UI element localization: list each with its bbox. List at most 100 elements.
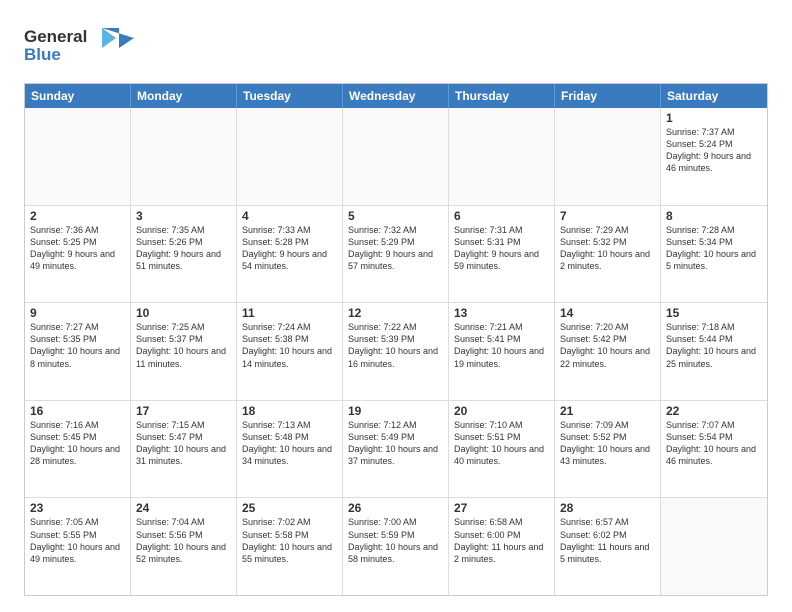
- day-cell-27: 27Sunrise: 6:58 AM Sunset: 6:00 PM Dayli…: [449, 498, 555, 595]
- day-number: 5: [348, 209, 443, 223]
- day-info: Sunrise: 7:02 AM Sunset: 5:58 PM Dayligh…: [242, 516, 337, 565]
- day-info: Sunrise: 7:07 AM Sunset: 5:54 PM Dayligh…: [666, 419, 762, 468]
- day-number: 13: [454, 306, 549, 320]
- day-number: 1: [666, 111, 762, 125]
- day-info: Sunrise: 6:57 AM Sunset: 6:02 PM Dayligh…: [560, 516, 655, 565]
- day-cell-6: 6Sunrise: 7:31 AM Sunset: 5:31 PM Daylig…: [449, 206, 555, 303]
- day-number: 4: [242, 209, 337, 223]
- calendar-row-3: 16Sunrise: 7:16 AM Sunset: 5:45 PM Dayli…: [25, 400, 767, 498]
- header-cell-sunday: Sunday: [25, 84, 131, 108]
- day-info: Sunrise: 7:13 AM Sunset: 5:48 PM Dayligh…: [242, 419, 337, 468]
- header: General Blue: [24, 20, 768, 73]
- empty-cell-0-0: [25, 108, 131, 205]
- day-cell-28: 28Sunrise: 6:57 AM Sunset: 6:02 PM Dayli…: [555, 498, 661, 595]
- empty-cell-0-5: [555, 108, 661, 205]
- day-number: 7: [560, 209, 655, 223]
- day-number: 16: [30, 404, 125, 418]
- day-info: Sunrise: 7:37 AM Sunset: 5:24 PM Dayligh…: [666, 126, 762, 175]
- day-number: 28: [560, 501, 655, 515]
- day-number: 23: [30, 501, 125, 515]
- day-number: 20: [454, 404, 549, 418]
- day-info: Sunrise: 7:25 AM Sunset: 5:37 PM Dayligh…: [136, 321, 231, 370]
- logo-text: General Blue: [24, 20, 134, 73]
- day-cell-12: 12Sunrise: 7:22 AM Sunset: 5:39 PM Dayli…: [343, 303, 449, 400]
- day-info: Sunrise: 7:09 AM Sunset: 5:52 PM Dayligh…: [560, 419, 655, 468]
- day-cell-10: 10Sunrise: 7:25 AM Sunset: 5:37 PM Dayli…: [131, 303, 237, 400]
- calendar-row-4: 23Sunrise: 7:05 AM Sunset: 5:55 PM Dayli…: [25, 497, 767, 595]
- day-cell-7: 7Sunrise: 7:29 AM Sunset: 5:32 PM Daylig…: [555, 206, 661, 303]
- calendar-row-1: 2Sunrise: 7:36 AM Sunset: 5:25 PM Daylig…: [25, 205, 767, 303]
- day-cell-13: 13Sunrise: 7:21 AM Sunset: 5:41 PM Dayli…: [449, 303, 555, 400]
- svg-text:General: General: [24, 27, 87, 46]
- day-info: Sunrise: 7:35 AM Sunset: 5:26 PM Dayligh…: [136, 224, 231, 273]
- day-number: 8: [666, 209, 762, 223]
- day-info: Sunrise: 7:15 AM Sunset: 5:47 PM Dayligh…: [136, 419, 231, 468]
- day-cell-22: 22Sunrise: 7:07 AM Sunset: 5:54 PM Dayli…: [661, 401, 767, 498]
- day-number: 27: [454, 501, 549, 515]
- day-info: Sunrise: 7:21 AM Sunset: 5:41 PM Dayligh…: [454, 321, 549, 370]
- day-cell-9: 9Sunrise: 7:27 AM Sunset: 5:35 PM Daylig…: [25, 303, 131, 400]
- day-number: 19: [348, 404, 443, 418]
- day-cell-11: 11Sunrise: 7:24 AM Sunset: 5:38 PM Dayli…: [237, 303, 343, 400]
- day-number: 3: [136, 209, 231, 223]
- day-number: 21: [560, 404, 655, 418]
- header-cell-friday: Friday: [555, 84, 661, 108]
- day-number: 9: [30, 306, 125, 320]
- day-number: 22: [666, 404, 762, 418]
- day-number: 6: [454, 209, 549, 223]
- day-info: Sunrise: 7:36 AM Sunset: 5:25 PM Dayligh…: [30, 224, 125, 273]
- day-info: Sunrise: 7:31 AM Sunset: 5:31 PM Dayligh…: [454, 224, 549, 273]
- calendar: SundayMondayTuesdayWednesdayThursdayFrid…: [24, 83, 768, 596]
- calendar-row-0: 1Sunrise: 7:37 AM Sunset: 5:24 PM Daylig…: [25, 108, 767, 205]
- header-cell-tuesday: Tuesday: [237, 84, 343, 108]
- page: General Blue SundayMondayTuesdayWednesda…: [0, 0, 792, 612]
- header-cell-monday: Monday: [131, 84, 237, 108]
- day-number: 11: [242, 306, 337, 320]
- day-cell-1: 1Sunrise: 7:37 AM Sunset: 5:24 PM Daylig…: [661, 108, 767, 205]
- day-info: Sunrise: 7:28 AM Sunset: 5:34 PM Dayligh…: [666, 224, 762, 273]
- empty-cell-4-6: [661, 498, 767, 595]
- empty-cell-0-2: [237, 108, 343, 205]
- day-info: Sunrise: 7:10 AM Sunset: 5:51 PM Dayligh…: [454, 419, 549, 468]
- empty-cell-0-4: [449, 108, 555, 205]
- day-cell-8: 8Sunrise: 7:28 AM Sunset: 5:34 PM Daylig…: [661, 206, 767, 303]
- day-number: 17: [136, 404, 231, 418]
- empty-cell-0-1: [131, 108, 237, 205]
- day-cell-23: 23Sunrise: 7:05 AM Sunset: 5:55 PM Dayli…: [25, 498, 131, 595]
- day-number: 25: [242, 501, 337, 515]
- day-cell-20: 20Sunrise: 7:10 AM Sunset: 5:51 PM Dayli…: [449, 401, 555, 498]
- calendar-row-2: 9Sunrise: 7:27 AM Sunset: 5:35 PM Daylig…: [25, 302, 767, 400]
- day-info: Sunrise: 7:04 AM Sunset: 5:56 PM Dayligh…: [136, 516, 231, 565]
- day-info: Sunrise: 7:12 AM Sunset: 5:49 PM Dayligh…: [348, 419, 443, 468]
- logo: General Blue: [24, 20, 134, 73]
- day-number: 15: [666, 306, 762, 320]
- day-info: Sunrise: 6:58 AM Sunset: 6:00 PM Dayligh…: [454, 516, 549, 565]
- calendar-body: 1Sunrise: 7:37 AM Sunset: 5:24 PM Daylig…: [25, 108, 767, 595]
- day-cell-18: 18Sunrise: 7:13 AM Sunset: 5:48 PM Dayli…: [237, 401, 343, 498]
- day-number: 24: [136, 501, 231, 515]
- day-number: 10: [136, 306, 231, 320]
- day-cell-17: 17Sunrise: 7:15 AM Sunset: 5:47 PM Dayli…: [131, 401, 237, 498]
- day-number: 26: [348, 501, 443, 515]
- day-info: Sunrise: 7:29 AM Sunset: 5:32 PM Dayligh…: [560, 224, 655, 273]
- day-number: 18: [242, 404, 337, 418]
- day-cell-25: 25Sunrise: 7:02 AM Sunset: 5:58 PM Dayli…: [237, 498, 343, 595]
- header-cell-wednesday: Wednesday: [343, 84, 449, 108]
- empty-cell-0-3: [343, 108, 449, 205]
- day-cell-26: 26Sunrise: 7:00 AM Sunset: 5:59 PM Dayli…: [343, 498, 449, 595]
- day-cell-2: 2Sunrise: 7:36 AM Sunset: 5:25 PM Daylig…: [25, 206, 131, 303]
- day-cell-24: 24Sunrise: 7:04 AM Sunset: 5:56 PM Dayli…: [131, 498, 237, 595]
- header-cell-thursday: Thursday: [449, 84, 555, 108]
- day-number: 12: [348, 306, 443, 320]
- day-info: Sunrise: 7:18 AM Sunset: 5:44 PM Dayligh…: [666, 321, 762, 370]
- day-info: Sunrise: 7:32 AM Sunset: 5:29 PM Dayligh…: [348, 224, 443, 273]
- day-cell-5: 5Sunrise: 7:32 AM Sunset: 5:29 PM Daylig…: [343, 206, 449, 303]
- svg-text:Blue: Blue: [24, 45, 61, 64]
- day-cell-16: 16Sunrise: 7:16 AM Sunset: 5:45 PM Dayli…: [25, 401, 131, 498]
- day-info: Sunrise: 7:24 AM Sunset: 5:38 PM Dayligh…: [242, 321, 337, 370]
- day-cell-21: 21Sunrise: 7:09 AM Sunset: 5:52 PM Dayli…: [555, 401, 661, 498]
- day-cell-19: 19Sunrise: 7:12 AM Sunset: 5:49 PM Dayli…: [343, 401, 449, 498]
- day-number: 14: [560, 306, 655, 320]
- header-cell-saturday: Saturday: [661, 84, 767, 108]
- day-info: Sunrise: 7:33 AM Sunset: 5:28 PM Dayligh…: [242, 224, 337, 273]
